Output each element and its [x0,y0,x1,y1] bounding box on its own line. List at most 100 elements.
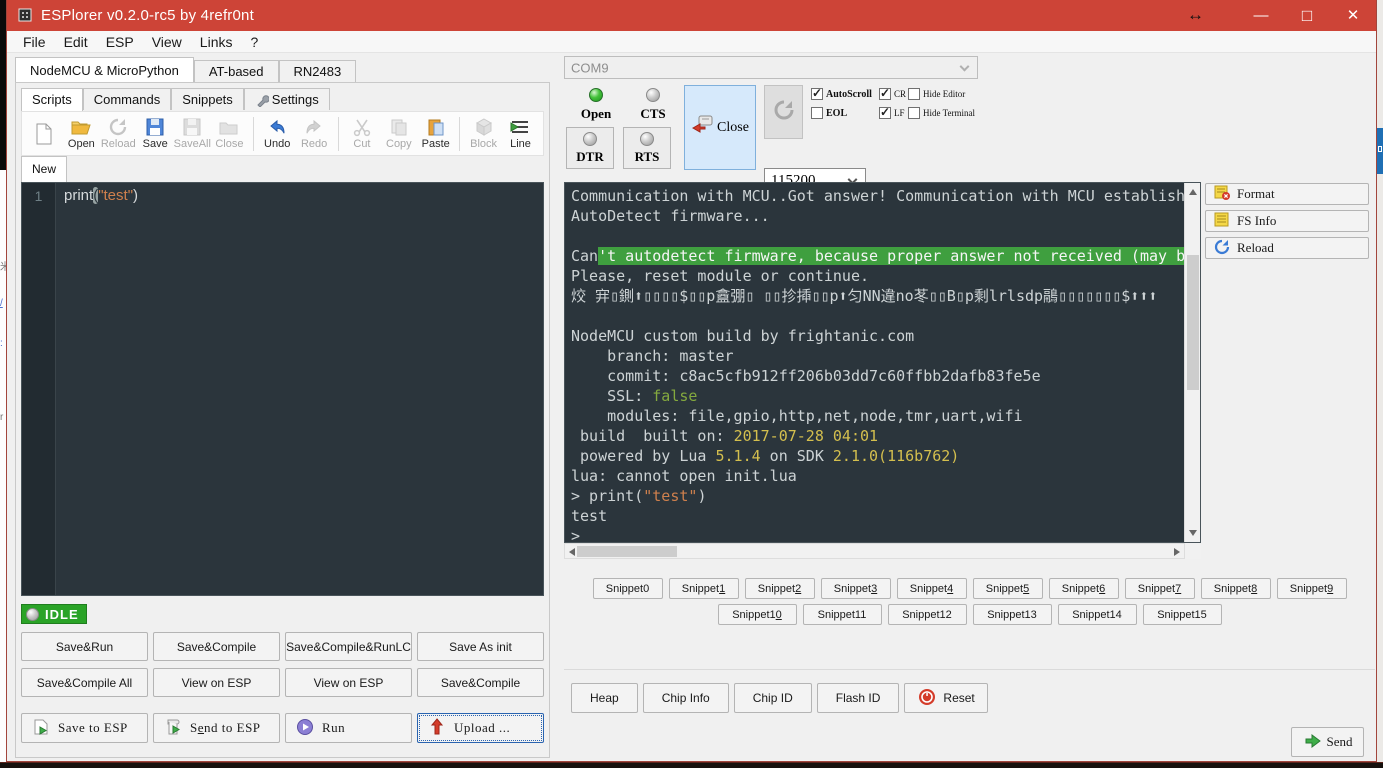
send-button[interactable]: Send [1291,727,1364,757]
menu-bar: File Edit ESP View Links? [7,31,1376,53]
snippet-button[interactable]: Snippet 7 [1124,578,1195,599]
reset-button[interactable]: Reset [904,683,988,713]
scroll-down-icon[interactable] [1189,530,1197,536]
autoscroll-checkbox[interactable]: AutoScroll [811,86,872,100]
menu-item[interactable]: Edit [55,34,97,50]
reload-fs-button[interactable]: Reload [1205,237,1369,259]
script-action-button[interactable]: View on ESP [285,668,412,697]
dtr-button[interactable]: DTR [566,127,614,169]
terminal-horizontal-scrollbar[interactable] [564,543,1185,559]
eol-checkbox[interactable]: EOL [811,107,847,119]
serial-port-select[interactable]: COM9 [564,56,978,79]
snippet-button[interactable]: Snippet 4 [896,578,967,599]
format-button[interactable]: Format [1205,183,1369,205]
maximize-button[interactable]: □ [1284,0,1330,31]
terminal-output: Communication with MCU..Got answer! Comm… [565,183,1184,542]
heap-button[interactable]: Heap [571,683,638,713]
menu-item[interactable]: File [14,34,55,50]
menu-item[interactable]: ? [241,34,267,50]
new-file-button[interactable] [26,121,63,147]
menu-item[interactable]: View [143,34,191,50]
save-button[interactable]: Save [137,117,174,150]
copy-button[interactable]: Copy [380,117,417,150]
chip-id-button[interactable]: Chip ID [733,683,812,713]
serial-terminal[interactable]: Communication with MCU..Got answer! Comm… [564,182,1201,543]
snippet-button[interactable]: Snippet0 [592,578,663,599]
snippet-button[interactable]: Snippet 3 [820,578,891,599]
refresh-ports-button[interactable] [764,85,803,139]
reload-icon [1214,239,1231,258]
scroll-up-icon[interactable] [1189,189,1197,195]
lf-checkbox[interactable]: LF [879,105,905,119]
snippet-button[interactable]: Snippet1 0 [717,604,797,625]
scroll-left-icon[interactable] [569,548,575,556]
fs-info-button[interactable]: FS Info [1205,210,1369,232]
run-button[interactable]: Run [285,713,412,743]
reload-button[interactable]: Reload [100,117,137,150]
tab-rn2483[interactable]: RN2483 [278,60,357,82]
upload-button[interactable]: Upload ... [417,713,544,743]
esplorer-window: ESPlorer v0.2.0-rc5 by 4refr0nt ↔ — □ ✕ … [6,0,1377,762]
paste-button[interactable]: Paste [417,117,454,150]
snippet-button[interactable]: Snippet 8 [1200,578,1271,599]
tab-commands[interactable]: Commands [82,88,172,110]
tab-scripts[interactable]: Scripts [21,88,83,111]
tab-settings[interactable]: Settings [243,88,330,113]
script-action-button[interactable]: Save&Compile [153,632,280,661]
script-action-button[interactable]: Save As init [417,632,544,661]
cr-checkbox[interactable]: CR [879,86,906,100]
script-action-button[interactable]: Save&Run [21,632,148,661]
block-comment-button[interactable]: Block [465,117,502,150]
chip-info-button[interactable]: Chip Info [642,683,729,713]
send-to-esp-button[interactable]: Send to ESP [153,713,280,743]
close-file-button[interactable]: Close [211,117,248,150]
script-action-button[interactable]: Save&Compile [417,668,544,697]
snippet-button[interactable]: Snippet 5 [972,578,1043,599]
close-button[interactable]: ✕ [1330,0,1376,31]
rts-button[interactable]: RTS [623,127,671,169]
save-all-button[interactable]: SaveAll [174,117,211,150]
cut-button[interactable]: Cut [343,117,380,150]
save-to-esp-button[interactable]: Save to ESP [21,713,148,743]
hide-editor-checkbox[interactable]: Hide Editor [908,88,965,100]
close-serial-button[interactable]: Close [684,85,756,170]
undo-button[interactable]: Undo [259,117,296,150]
snippet-button[interactable]: Snippet 9 [1276,578,1347,599]
code-editor[interactable]: 1 print("test") [21,182,544,596]
snippet-button[interactable]: Snippet 6 [1048,578,1119,599]
hide-terminal-checkbox[interactable]: Hide Terminal [908,107,975,119]
scroll-right-icon[interactable] [1174,548,1180,556]
redo-button[interactable]: Redo [296,117,333,150]
line-comment-button[interactable]: Line [502,117,539,150]
script-action-button[interactable]: View on ESP [153,668,280,697]
checkbox-icon [908,88,920,100]
script-action-button[interactable]: Save&Compile All [21,668,148,697]
snippet-button[interactable]: Snippet13 [972,604,1052,625]
minimize-button[interactable]: — [1238,0,1284,31]
snippet-button[interactable]: Snippet15 [1142,604,1222,625]
snippet-button[interactable]: Snippet 1 [668,578,739,599]
status-led-icon [26,607,39,621]
snippet-button[interactable]: Snippet11 [802,604,882,625]
app-chip-icon [16,6,34,29]
snippet-button[interactable]: Snippet12 [887,604,967,625]
menu-item[interactable]: Links [191,34,242,50]
disconnect-icon [691,114,715,141]
script-action-button[interactable]: Save&Compile&RunLC [285,632,412,661]
scrollbar-thumb[interactable] [1187,255,1199,390]
menu-item[interactable]: ESP [97,34,143,50]
terminal-vertical-scrollbar[interactable] [1184,183,1200,542]
power-icon [917,687,937,710]
flash-id-button[interactable]: Flash ID [816,683,900,713]
tab-snippets[interactable]: Snippets [171,88,244,110]
tab-nodemcu-micropython[interactable]: NodeMCU & MicroPython [15,57,194,82]
scrollbar-thumb[interactable] [577,546,677,557]
wrench-icon [255,92,270,113]
tab-file-new[interactable]: New [21,156,68,182]
copy-icon [389,117,409,137]
title-bar[interactable]: ESPlorer v0.2.0-rc5 by 4refr0nt ↔ — □ ✕ [7,0,1376,31]
snippet-button[interactable]: Snippet14 [1057,604,1137,625]
tab-at-based[interactable]: AT-based [193,60,279,82]
open-button[interactable]: Open [63,117,100,150]
snippet-button[interactable]: Snippet 2 [744,578,815,599]
